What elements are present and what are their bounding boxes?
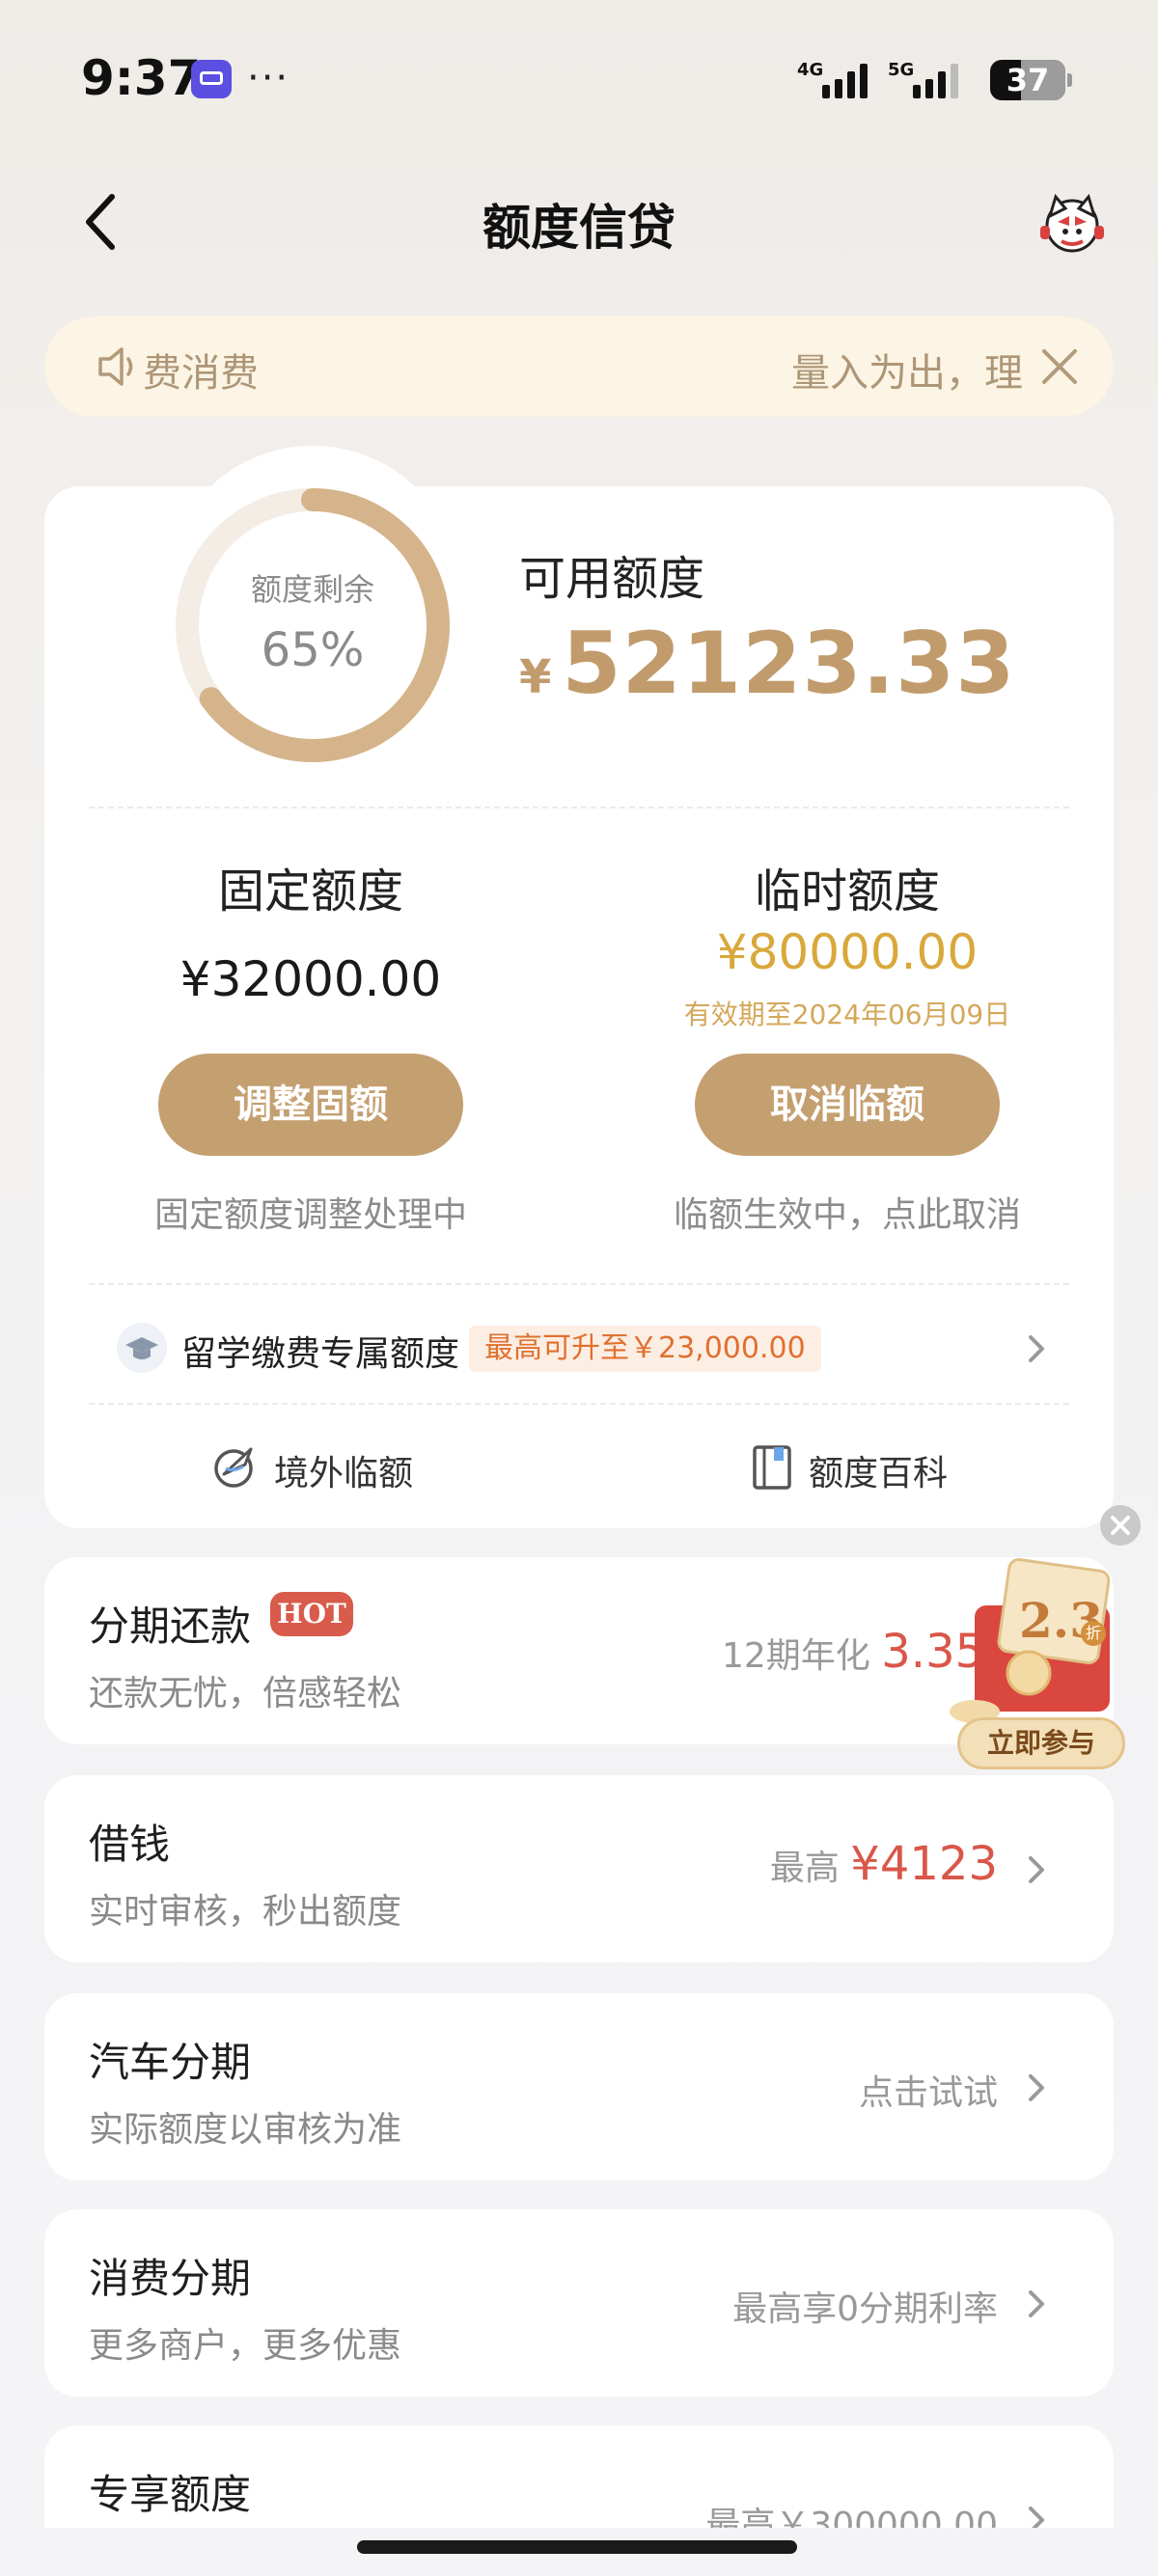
page-title: 额度信贷 <box>482 200 676 256</box>
signal-5g-icon <box>913 64 958 98</box>
close-icon <box>1111 1516 1130 1535</box>
more-notifications-icon: ··· <box>247 56 290 100</box>
book-icon <box>753 1445 791 1490</box>
temporary-credit-amount: ¥80000.00 <box>716 924 979 980</box>
speaker-icon <box>98 347 133 386</box>
exclusive-credit-title: 专享额度 <box>89 2471 252 2518</box>
available-credit-label: 可用额度 <box>519 552 705 606</box>
hot-badge: HOT <box>270 1592 353 1636</box>
chevron-right-icon <box>1029 1856 1044 1883</box>
promo-join-button[interactable]: 立即参与 <box>957 1717 1125 1769</box>
borrow-title: 借钱 <box>89 1821 171 1868</box>
study-abroad-credit-tag: 最高可升至￥23,000.00 <box>469 1326 821 1372</box>
installment-title: 分期还款 <box>89 1603 252 1650</box>
chevron-right-icon <box>1029 2290 1044 2317</box>
network-4g-label: 4G <box>797 60 824 80</box>
home-indicator[interactable] <box>357 2540 797 2554</box>
overseas-temp-credit-button[interactable]: 境外临额 <box>208 1439 440 1497</box>
promo-discount-unit: 折 <box>1081 1621 1106 1646</box>
notice-text-right: 量入为出，理 <box>791 351 1023 396</box>
cancel-temporary-credit-button[interactable]: 取消临额 <box>695 1054 1000 1156</box>
consumer-installment-offer: 最高享0分期利率 <box>732 2289 998 2329</box>
battery-tip-icon <box>1067 73 1072 87</box>
study-abroad-credit-label: 留学缴费专属额度 <box>181 1334 460 1374</box>
overseas-temp-credit-label: 境外临额 <box>274 1454 414 1494</box>
divider <box>89 1283 1069 1285</box>
car-installment-subtitle: 实际额度以审核为准 <box>89 2110 402 2150</box>
chevron-right-icon <box>1029 2074 1044 2101</box>
notice-text-left: 费消费 <box>143 351 259 396</box>
chevron-right-icon <box>1029 1335 1044 1362</box>
status-bar: 9:37 ··· 4G 5G 37 <box>0 0 1158 145</box>
mascot-service-button[interactable] <box>1036 187 1108 259</box>
borrow-max-value: ¥4123 <box>850 1837 998 1891</box>
status-time: 9:37 <box>81 50 202 106</box>
borrow-max-label: 最高 <box>769 1849 840 1888</box>
credit-wiki-label: 额度百科 <box>809 1454 949 1494</box>
fixed-credit-title: 固定额度 <box>217 864 403 918</box>
borrow-max: 最高 ¥4123 <box>770 1837 998 1891</box>
credit-wiki-button[interactable]: 额度百科 <box>747 1439 979 1497</box>
temporary-credit-validity: 有效期至2024年06月09日 <box>683 999 1011 1030</box>
divider <box>89 1403 1069 1405</box>
signal-4g-icon <box>822 64 868 98</box>
currency-symbol: ¥ <box>519 650 553 704</box>
temporary-credit-title: 临时额度 <box>754 864 940 918</box>
borrow-subtitle: 实时审核，秒出额度 <box>89 1892 402 1932</box>
remaining-label: 额度剩余 <box>250 571 374 608</box>
available-credit-value: 52123.33 <box>562 614 1016 713</box>
consumer-installment-subtitle: 更多商户，更多优惠 <box>89 2326 402 2366</box>
car-installment-title: 汽车分期 <box>89 2039 252 2086</box>
remaining-percent: 65% <box>261 623 365 677</box>
installment-subtitle: 还款无忧，倍感轻松 <box>89 1674 402 1713</box>
available-credit-amount: ¥52123.33 <box>519 614 1015 713</box>
app-notification-icon <box>191 60 232 98</box>
divider <box>89 807 1069 808</box>
close-notice-icon[interactable] <box>1038 345 1081 388</box>
network-5g-label: 5G <box>888 60 915 80</box>
installment-rate-label: 12期年化 <box>722 1636 870 1676</box>
adjust-fixed-credit-button[interactable]: 调整固额 <box>158 1054 463 1156</box>
fixed-credit-amount: ¥32000.00 <box>179 951 442 1007</box>
battery-level: 37 <box>1006 62 1050 98</box>
car-installment-action: 点击试试 <box>858 2073 998 2113</box>
mascot-icon <box>1040 193 1104 253</box>
graduation-cap-icon <box>117 1323 167 1373</box>
consumer-installment-title: 消费分期 <box>89 2255 252 2302</box>
close-promo-button[interactable] <box>1100 1505 1141 1546</box>
temporary-credit-note[interactable]: 临额生效中，点此取消 <box>616 1187 1079 1237</box>
globe-plane-icon <box>214 1447 253 1488</box>
fixed-credit-note: 固定额度调整处理中 <box>153 1195 467 1235</box>
